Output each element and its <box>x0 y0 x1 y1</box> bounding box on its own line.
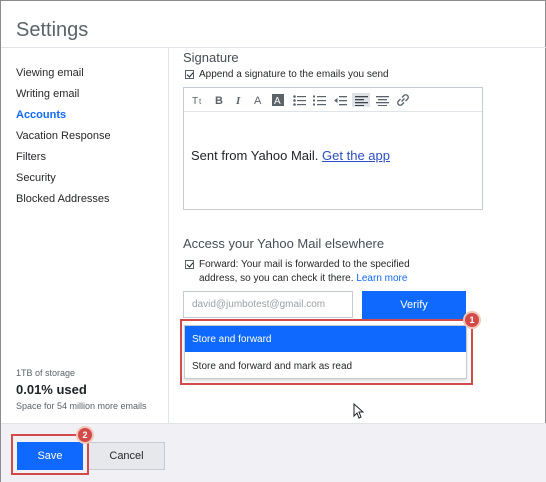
append-signature-label: Append a signature to the emails you sen… <box>199 69 389 80</box>
signature-toolbar: Tt B I A A <box>184 88 482 112</box>
verify-button[interactable]: Verify <box>362 291 466 319</box>
highlight-color-icon[interactable]: A <box>271 93 284 107</box>
storage-capacity: 1TB of storage <box>16 368 76 378</box>
sidebar-item-filters[interactable]: Filters <box>16 151 46 163</box>
sidebar-item-writing-email[interactable]: Writing email <box>16 88 79 100</box>
svg-text:T: T <box>192 96 198 106</box>
numbered-list-icon[interactable] <box>312 93 326 107</box>
access-heading: Access your Yahoo Mail elsewhere <box>183 236 385 251</box>
append-signature-checkbox[interactable] <box>185 70 194 79</box>
annotation-badge-2: 2 <box>76 426 94 444</box>
sidebar-item-accounts[interactable]: Accounts <box>16 109 66 121</box>
dropdown-annotation-box <box>180 319 473 385</box>
svg-text:I: I <box>235 95 241 106</box>
decrease-indent-icon[interactable] <box>333 93 347 107</box>
text-size-icon[interactable]: Tt <box>192 93 206 107</box>
sidebar-item-viewing-email[interactable]: Viewing email <box>16 67 84 79</box>
align-left-icon[interactable] <box>352 93 370 107</box>
signature-text: Sent from Yahoo Mail. Get the app <box>191 148 390 163</box>
page-title: Settings <box>16 19 89 41</box>
italic-icon[interactable]: I <box>233 93 245 107</box>
signature-editor[interactable]: Tt B I A A Sent from Yahoo Mail. Get the… <box>183 87 483 210</box>
svg-text:A: A <box>274 96 281 106</box>
signature-heading: Signature <box>183 50 239 65</box>
forward-label: Forward: Your mail is forwarded to the s… <box>199 259 410 270</box>
forward-checkbox[interactable] <box>185 260 194 269</box>
svg-text:B: B <box>215 95 223 106</box>
sidebar-divider <box>168 48 169 424</box>
forward-email-input[interactable]: david@jumbotest@gmail.com <box>183 291 353 318</box>
font-color-icon[interactable]: A <box>252 93 264 107</box>
get-the-app-link[interactable]: Get the app <box>322 148 390 163</box>
signature-body-text: Sent from Yahoo Mail. <box>191 148 319 163</box>
align-center-icon[interactable] <box>375 93 389 107</box>
sidebar-item-security[interactable]: Security <box>16 172 56 184</box>
sidebar-item-vacation-response[interactable]: Vacation Response <box>16 130 111 142</box>
learn-more-link[interactable]: Learn more <box>356 273 407 284</box>
bulleted-list-icon[interactable] <box>292 93 306 107</box>
annotation-badge-1: 1 <box>463 311 481 329</box>
bold-icon[interactable]: B <box>213 93 225 107</box>
settings-window: Settings Viewing email Writing email Acc… <box>0 0 546 482</box>
cancel-button[interactable]: Cancel <box>88 442 165 470</box>
forward-label-line-2: address, so you can check it there. Lear… <box>199 273 407 284</box>
svg-text:A: A <box>254 95 262 106</box>
storage-used: 0.01% used <box>16 382 87 397</box>
svg-text:t: t <box>199 97 202 106</box>
link-icon[interactable] <box>396 93 410 107</box>
storage-space: Space for 54 million more emails <box>16 401 147 411</box>
sidebar-item-blocked-addresses[interactable]: Blocked Addresses <box>16 193 110 205</box>
forward-label-continued: address, so you can check it there. <box>199 273 354 284</box>
mouse-pointer-icon <box>353 402 365 424</box>
